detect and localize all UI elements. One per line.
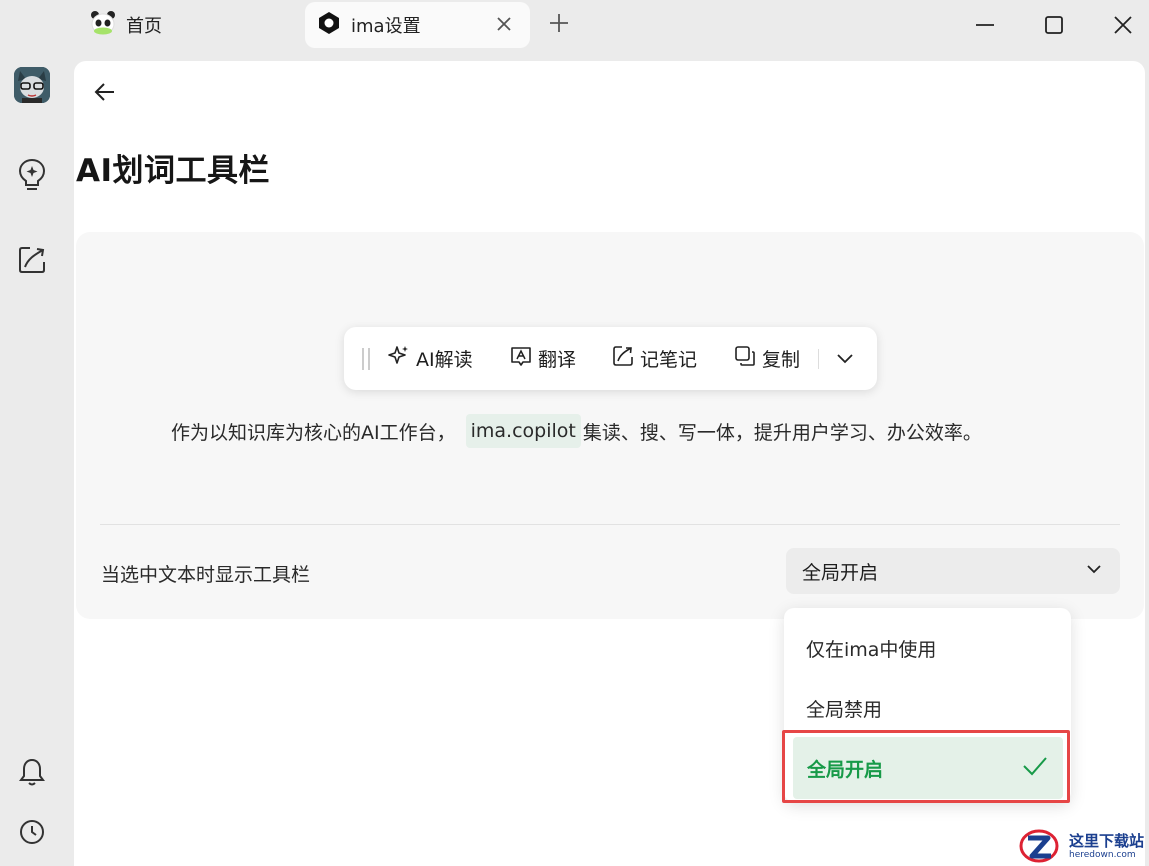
page-title: AI划词工具栏 [76,153,271,189]
maximize-icon[interactable] [1041,12,1067,42]
tab-ima-settings[interactable]: ima设置 [305,2,530,48]
option-global-disable[interactable]: 全局禁用 [806,695,882,722]
toolbar-copy-button[interactable]: 复制 [734,344,800,372]
title-bar: 首页 ima设置 [0,0,1149,52]
setting-card: AI解读 翻译 记笔记 复制 作为以知识库为核心的AI工作台， ima.copi… [76,232,1144,619]
panda-icon [90,10,116,40]
description-highlight: ima.copilot [465,414,581,448]
minimize-icon[interactable] [972,12,998,42]
drag-handle-icon[interactable] [362,348,370,370]
show-toolbar-setting-label: 当选中文本时显示工具栏 [101,564,311,586]
new-tab-plus-icon[interactable] [548,12,570,38]
description-text-after: 集读、搜、写一体，提升用户学习、办公效率。 [582,421,982,444]
sparkle-icon [388,345,410,372]
toolbar-separator [818,349,819,369]
tab-ima-settings-label: ima设置 [351,16,421,37]
tab-home[interactable]: 首页 [84,2,168,48]
window-close-icon[interactable] [1110,12,1136,42]
toolbar-take-note-button[interactable]: 记笔记 [612,344,697,372]
toolbar-ai-interpret-button[interactable]: AI解读 [388,344,473,372]
copy-icon [734,345,756,372]
user-avatar[interactable] [14,67,50,103]
ai-toolbar-preview: AI解读 翻译 记笔记 复制 [344,327,877,390]
site-logo-icon [1017,826,1065,866]
select-current-value: 全局开启 [802,561,879,584]
annotation-highlight-box [782,730,1070,803]
close-tab-icon[interactable] [494,14,514,39]
site-logo-text: 这里下载站 heredown.com [1069,834,1144,860]
toolbar-translate-button[interactable]: 翻译 [510,344,576,372]
translate-icon [510,345,532,372]
toolbar-ai-interpret-label: AI解读 [416,348,473,371]
history-clock-icon[interactable] [14,814,50,850]
back-arrow-icon[interactable] [92,79,118,105]
toolbar-take-note-label: 记笔记 [640,348,698,371]
toolbar-more-chevron-icon[interactable] [834,347,856,374]
notes-edit-icon[interactable] [14,242,50,278]
toolbar-copy-label: 复制 [762,348,801,371]
feature-description: 作为以知识库为核心的AI工作台， ima.copilot 集读、搜、写一体，提升… [171,414,982,448]
ima-logo-icon [317,11,341,40]
site-logo-name: 这里下载站 [1069,832,1145,850]
show-toolbar-select[interactable]: 全局开启 [786,548,1120,594]
site-logo: 这里下载站 heredown.com [1017,828,1149,866]
tab-home-label: 首页 [126,16,162,37]
description-text-before: 作为以知识库为核心的AI工作台， [171,421,456,444]
notification-bell-icon[interactable] [14,754,50,790]
option-ima-only[interactable]: 仅在ima中使用 [806,635,936,662]
divider [100,524,1120,525]
ideas-lightbulb-icon[interactable] [14,157,50,193]
toolbar-translate-label: 翻译 [538,348,577,371]
site-logo-url: heredown.com [1069,850,1136,860]
chevron-down-icon [1084,559,1104,584]
note-icon [612,345,634,372]
